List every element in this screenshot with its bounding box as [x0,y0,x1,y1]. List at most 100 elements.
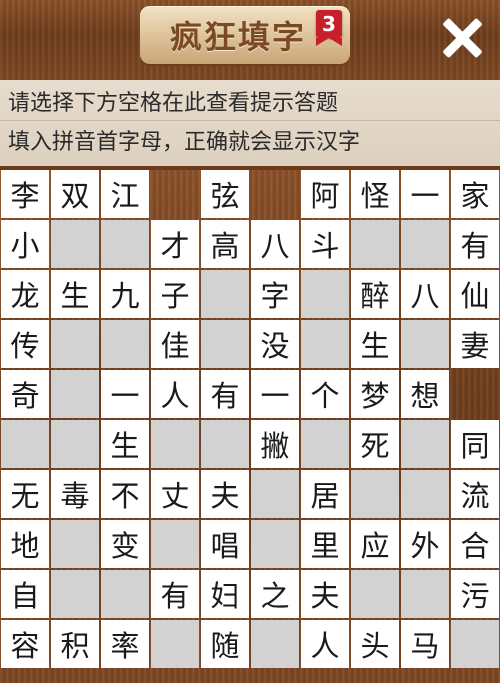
grid-cell-filled[interactable]: 丈 [151,470,199,518]
grid-cell-filled[interactable]: 无 [1,470,49,518]
grid-cell-filled[interactable]: 小 [1,220,49,268]
grid-cell-filled[interactable]: 头 [351,620,399,668]
grid-cell-filled[interactable]: 夫 [201,470,249,518]
grid-cell-filled[interactable]: 撇 [251,420,299,468]
grid-cell-filled[interactable]: 斗 [301,220,349,268]
grid-cell-filled[interactable]: 一 [401,170,449,218]
grid-cell-filled[interactable]: 阿 [301,170,349,218]
grid-cell-filled[interactable]: 佳 [151,320,199,368]
grid-cell-filled[interactable]: 生 [101,420,149,468]
grid-cell-filled[interactable]: 字 [251,270,299,318]
grid-cell-filled[interactable]: 子 [151,270,199,318]
grid-cell-empty[interactable] [401,420,449,468]
grid-cell-filled[interactable]: 生 [51,270,99,318]
grid-cell-filled[interactable]: 有 [201,370,249,418]
grid-cell-filled[interactable]: 妇 [201,570,249,618]
grid-cell-empty[interactable] [401,470,449,518]
grid-cell-empty[interactable] [351,220,399,268]
grid-cell-filled[interactable]: 龙 [1,270,49,318]
grid-cell-empty[interactable] [401,320,449,368]
grid-cell-empty[interactable] [1,420,49,468]
grid-cell-empty[interactable] [51,570,99,618]
grid-cell-empty[interactable] [201,320,249,368]
grid-cell-filled[interactable]: 同 [451,420,499,468]
grid-cell-empty[interactable] [251,520,299,568]
grid-cell-empty[interactable] [101,220,149,268]
grid-cell-filled[interactable]: 九 [101,270,149,318]
grid-cell-empty[interactable] [151,620,199,668]
grid-cell-empty[interactable] [251,470,299,518]
grid-cell-filled[interactable]: 想 [401,370,449,418]
grid-cell-filled[interactable]: 有 [151,570,199,618]
grid-cell-empty[interactable] [101,570,149,618]
grid-cell-filled[interactable]: 马 [401,620,449,668]
grid-cell-filled[interactable]: 李 [1,170,49,218]
grid-cell-filled[interactable]: 外 [401,520,449,568]
grid-cell-empty[interactable] [301,270,349,318]
grid-cell-empty[interactable] [201,420,249,468]
grid-cell-filled[interactable]: 积 [51,620,99,668]
grid-cell-filled[interactable]: 高 [201,220,249,268]
hint-divider [0,120,500,121]
grid-cell-filled[interactable]: 人 [301,620,349,668]
grid-cell-filled[interactable]: 不 [101,470,149,518]
grid-cell-empty[interactable] [351,470,399,518]
grid-cell-filled[interactable]: 率 [101,620,149,668]
grid-cell-empty[interactable] [301,320,349,368]
grid-cell-filled[interactable]: 随 [201,620,249,668]
grid-cell-filled[interactable]: 应 [351,520,399,568]
grid-cell-filled[interactable]: 双 [51,170,99,218]
grid-cell-filled[interactable]: 没 [251,320,299,368]
grid-cell-filled[interactable]: 一 [251,370,299,418]
grid-cell-filled[interactable]: 居 [301,470,349,518]
grid-cell-filled[interactable]: 个 [301,370,349,418]
grid-cell-filled[interactable]: 仙 [451,270,499,318]
grid-cell-filled[interactable]: 醉 [351,270,399,318]
grid-cell-filled[interactable]: 污 [451,570,499,618]
grid-cell-filled[interactable]: 梦 [351,370,399,418]
grid-cell-filled[interactable]: 怪 [351,170,399,218]
grid-cell-filled[interactable]: 变 [101,520,149,568]
grid-cell-filled[interactable]: 弦 [201,170,249,218]
grid-cell-filled[interactable]: 奇 [1,370,49,418]
grid-cell-empty[interactable] [401,570,449,618]
grid-cell-empty[interactable] [51,320,99,368]
grid-cell-filled[interactable]: 流 [451,470,499,518]
grid-cell-filled[interactable]: 之 [251,570,299,618]
grid-cell-empty[interactable] [201,270,249,318]
grid-cell-empty[interactable] [51,520,99,568]
grid-cell-filled[interactable]: 妻 [451,320,499,368]
grid-cell-empty[interactable] [401,220,449,268]
level-badge: 3 [316,10,342,46]
grid-cell-filled[interactable]: 才 [151,220,199,268]
grid-cell-filled[interactable]: 生 [351,320,399,368]
grid-cell-empty[interactable] [451,620,499,668]
grid-cell-empty[interactable] [251,620,299,668]
grid-cell-filled[interactable]: 夫 [301,570,349,618]
grid-cell-empty[interactable] [51,370,99,418]
grid-cell-filled[interactable]: 里 [301,520,349,568]
grid-cell-filled[interactable]: 传 [1,320,49,368]
grid-cell-empty[interactable] [351,570,399,618]
grid-cell-filled[interactable]: 容 [1,620,49,668]
grid-cell-filled[interactable]: 江 [101,170,149,218]
grid-cell-empty[interactable] [51,220,99,268]
grid-cell-filled[interactable]: 一 [101,370,149,418]
grid-cell-filled[interactable]: 有 [451,220,499,268]
grid-cell-empty[interactable] [151,520,199,568]
grid-cell-filled[interactable]: 毒 [51,470,99,518]
grid-cell-filled[interactable]: 地 [1,520,49,568]
grid-cell-filled[interactable]: 八 [401,270,449,318]
grid-cell-empty[interactable] [301,420,349,468]
grid-cell-empty[interactable] [51,420,99,468]
grid-cell-empty[interactable] [101,320,149,368]
grid-cell-filled[interactable]: 自 [1,570,49,618]
grid-cell-filled[interactable]: 八 [251,220,299,268]
grid-cell-filled[interactable]: 人 [151,370,199,418]
grid-cell-filled[interactable]: 死 [351,420,399,468]
grid-cell-filled[interactable]: 家 [451,170,499,218]
grid-cell-empty[interactable] [151,420,199,468]
close-icon[interactable] [440,16,484,60]
grid-cell-filled[interactable]: 合 [451,520,499,568]
grid-cell-filled[interactable]: 唱 [201,520,249,568]
